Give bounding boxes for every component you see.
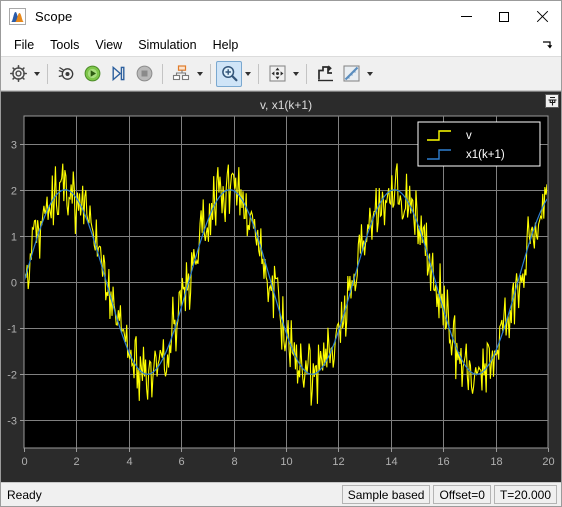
pin-icon [548,96,556,105]
layout-dropdown[interactable] [194,61,205,87]
svg-text:1: 1 [11,232,17,244]
svg-text:16: 16 [437,456,449,468]
scope-window: Scope File Tools View Simulation Help v,… [0,0,562,507]
zoom-in-dropdown[interactable] [242,61,253,87]
close-icon [536,11,548,23]
menu-item-simulation[interactable]: Simulation [130,35,204,55]
stop-button[interactable] [131,61,157,87]
toolbar-separator [210,63,211,84]
menu-bar: File Tools View Simulation Help [1,33,561,57]
svg-text:0: 0 [11,278,17,290]
svg-text:14: 14 [385,456,397,468]
step-forward-button[interactable] [105,61,131,87]
status-offset: Offset=0 [433,485,491,504]
autoscale-icon [317,65,333,82]
toolbar-separator [258,63,259,84]
svg-text:20: 20 [542,456,554,468]
run-icon [84,65,100,82]
gear-icon [9,64,27,83]
svg-text:18: 18 [490,456,502,468]
pan-button[interactable] [264,61,290,87]
close-button[interactable] [523,1,561,32]
expand-arrow-icon [543,41,553,49]
svg-text:0: 0 [21,456,27,468]
plot-area[interactable]: v, x1(k+1) 0 2 4 6 8 10 12 14 16 18 20 3 2 1 0 -1 -2 -3 v x1… [1,91,561,482]
menu-item-help[interactable]: Help [205,35,247,55]
minimize-button[interactable] [447,1,485,32]
zoom-in-icon [221,65,237,82]
menu-item-tools[interactable]: Tools [42,35,87,55]
configuration-properties-dropdown[interactable] [31,61,42,87]
pan-icon [268,65,286,82]
svg-text:3: 3 [11,140,17,152]
pan-dropdown[interactable] [290,61,301,87]
cursor-measurements-icon [342,65,360,82]
svg-text:12: 12 [332,456,344,468]
svg-text:v: v [466,130,472,142]
scope-app-icon [9,8,26,25]
toolbar [1,57,561,91]
window-title: Scope [35,9,73,24]
status-time: T=20.000 [493,485,557,504]
toolbar-separator [47,63,48,84]
status-ready-label: Ready [7,487,42,502]
simulink-link-icon [58,66,73,80]
menu-item-view[interactable]: View [87,35,130,55]
pin-button[interactable] [545,94,559,108]
configuration-properties-button[interactable] [5,61,31,87]
toolbar-separator [162,63,163,84]
layout-button[interactable] [168,61,194,87]
cursor-measurements-button[interactable] [338,61,364,87]
run-button[interactable] [79,61,105,87]
svg-text:2: 2 [73,456,79,468]
title-bar: Scope [1,1,561,33]
scope-plot[interactable]: v, x1(k+1)0 2 4 6 8 10 12 14 16 18 203210-1-2-3vx1… [1,92,561,482]
maximize-icon [499,11,509,22]
svg-text:10: 10 [280,456,292,468]
zoom-in-button[interactable] [216,60,242,87]
svg-text:8: 8 [231,456,237,468]
svg-text:v, x1(k+1): v, x1(k+1) [260,98,312,112]
layout-icon [172,65,189,81]
step-forward-icon [112,65,124,82]
simulink-link-button[interactable] [53,61,79,87]
minimize-icon [460,16,472,17]
status-bar: Ready Sample based Offset=0 T=20.000 [1,482,561,506]
status-cells: Sample based Offset=0 T=20.000 [341,485,561,504]
svg-text:-2: -2 [7,370,17,382]
menu-item-file[interactable]: File [6,35,42,55]
autoscale-button[interactable] [312,61,338,87]
svg-text:2: 2 [11,186,17,198]
maximize-button[interactable] [485,1,523,32]
svg-text:x1(k+1): x1(k+1) [466,149,505,161]
svg-text:6: 6 [178,456,184,468]
svg-text:-1: -1 [7,324,17,336]
stop-icon [136,65,152,82]
status-sample-mode: Sample based [341,485,431,504]
svg-text:4: 4 [126,456,132,468]
window-controls [447,1,561,32]
menu-expand-icon[interactable] [541,38,553,50]
svg-text:-3: -3 [7,416,17,428]
toolbar-separator [306,63,307,84]
scope-app-icon-glyph [10,9,25,24]
cursor-measurements-dropdown[interactable] [364,61,375,87]
